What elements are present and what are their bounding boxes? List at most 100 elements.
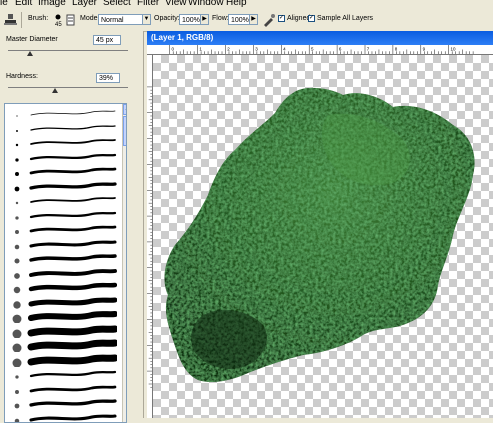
brush-tip-dot-shape <box>15 216 18 219</box>
ruler-label: 0 <box>172 46 175 51</box>
brush-stroke-path <box>31 155 115 159</box>
mode-select[interactable]: Normal <box>98 14 143 25</box>
sample-all-layers-checkbox[interactable]: ✓ <box>308 15 315 22</box>
menu-bar: le Edit Image Layer Select Filter View W… <box>0 0 493 9</box>
brush-tip-dot <box>5 266 25 280</box>
menu-view[interactable]: View <box>165 0 187 9</box>
menu-help[interactable]: Help <box>226 0 247 9</box>
brush-tip-dot <box>5 121 25 135</box>
brush-stroke-path <box>31 242 115 246</box>
scroll-up-arrow-icon[interactable]: ▲ <box>123 104 127 115</box>
flow-label: Flow: <box>212 15 229 22</box>
brush-tip-dot <box>5 193 25 207</box>
menu-image[interactable]: Image <box>38 0 66 9</box>
brush-tip-dot <box>5 309 25 323</box>
brush-tip-dot-shape <box>14 258 19 263</box>
brush-tip-dot <box>5 382 25 396</box>
brush-tip-dot-shape <box>14 287 21 294</box>
brush-stroke-preview <box>27 179 117 193</box>
brush-tip-dot-shape <box>16 130 18 132</box>
hardness-slider-track <box>8 87 128 88</box>
brush-tip-dot-shape <box>13 329 22 338</box>
brush-stroke-path <box>31 227 115 231</box>
brush-list-scrollbar[interactable]: ▲ <box>122 104 127 422</box>
brush-stroke-preview <box>27 367 117 381</box>
brush-stroke-preview <box>27 121 117 135</box>
brush-preset-item[interactable] <box>5 411 118 423</box>
airbrush-icon[interactable] <box>262 13 276 27</box>
opacity-arrow-icon[interactable]: ▶ <box>200 14 209 25</box>
svg-text:45: 45 <box>55 22 62 27</box>
brush-tip-dot <box>5 411 25 423</box>
flow-arrow-icon[interactable]: ▶ <box>249 14 258 25</box>
brush-stroke-path <box>31 126 115 130</box>
brush-stroke-preview <box>27 237 117 251</box>
menu-layer[interactable]: Layer <box>72 0 97 9</box>
tree-foliage-image <box>153 55 493 418</box>
brush-tip-dot-shape <box>16 144 18 146</box>
brush-tip-dot-shape <box>16 115 17 116</box>
brush-stroke-path <box>31 140 115 144</box>
brush-tip-dot <box>5 280 25 294</box>
brush-tip-dot <box>5 222 25 236</box>
brush-palette-toggle-icon[interactable] <box>66 13 75 27</box>
brush-tip-dot-shape <box>15 390 19 394</box>
menu-file[interactable]: le <box>0 0 8 9</box>
brush-stroke-preview <box>27 324 117 338</box>
brush-stroke-path <box>31 285 115 289</box>
brush-preset-picker[interactable]: 45 <box>53 13 65 27</box>
brush-preset-panel: Master Diameter 45 px Hardness: 39% ▲ <box>0 31 144 418</box>
brush-stroke-preview <box>27 396 117 410</box>
ruler-label: 10 <box>451 46 457 51</box>
options-bar: Brush: 45 Mode: Normal ▼ Opacity: 100% ▶… <box>0 9 493 32</box>
ruler-label: 4 <box>283 46 286 51</box>
brush-tip-dot <box>5 208 25 222</box>
brush-tip-dot-shape <box>13 344 22 353</box>
brush-tip-dot <box>5 396 25 410</box>
brush-tip-dot-shape <box>15 244 20 249</box>
scrollbar-thumb[interactable] <box>123 116 127 146</box>
brush-tip-dot <box>5 164 25 178</box>
menu-edit[interactable]: Edit <box>15 0 32 9</box>
brush-stroke-path <box>31 111 115 115</box>
brush-tip-dot-shape <box>15 375 18 378</box>
hardness-slider-thumb[interactable] <box>52 88 58 93</box>
brush-tip-dot <box>5 295 25 309</box>
brush-stroke-path <box>31 256 115 260</box>
menu-select[interactable]: Select <box>103 0 131 9</box>
flow-input[interactable]: 100% <box>228 14 250 25</box>
separator <box>21 12 22 28</box>
aligned-checkbox[interactable]: ✓ <box>278 15 285 22</box>
brush-preset-list[interactable]: ▲ <box>4 103 127 423</box>
opacity-label: Opacity: <box>154 15 180 22</box>
master-diameter-slider-thumb[interactable] <box>27 51 33 56</box>
canvas[interactable] <box>153 55 493 418</box>
brush-stroke-preview <box>27 309 117 323</box>
brush-tip-dot-shape <box>15 186 20 191</box>
mode-dropdown-arrow-icon[interactable]: ▼ <box>142 14 151 25</box>
document-title-bar: (Layer 1, RGB/8) <box>147 31 493 45</box>
brush-tip-dot-shape <box>15 172 19 176</box>
brush-stroke-preview <box>27 251 117 265</box>
brush-stroke-preview <box>27 266 117 280</box>
brush-tip-dot <box>5 150 25 164</box>
brush-stroke-path <box>31 401 115 405</box>
hardness-input[interactable]: 39% <box>96 73 120 83</box>
ruler-label: 3 <box>255 46 258 51</box>
aligned-label: Aligned <box>287 15 310 22</box>
document-title: (Layer 1, RGB/8) <box>151 33 213 42</box>
ruler-label: 5 <box>311 46 314 51</box>
brush-tip-dot-shape <box>13 358 22 367</box>
menu-window[interactable]: Window <box>188 0 224 9</box>
brush-stroke-path <box>31 372 115 376</box>
opacity-input[interactable]: 100% <box>179 14 201 25</box>
brush-stroke-preview <box>27 280 117 294</box>
menu-filter[interactable]: Filter <box>137 0 159 9</box>
brush-tip-dot <box>5 353 25 367</box>
brush-stroke-preview <box>27 411 117 423</box>
master-diameter-input[interactable]: 45 px <box>93 35 121 45</box>
hardness-label: Hardness: <box>6 73 38 80</box>
clone-stamp-icon[interactable] <box>2 13 20 27</box>
brush-stroke-path <box>31 213 115 217</box>
brush-stroke-preview <box>27 295 117 309</box>
